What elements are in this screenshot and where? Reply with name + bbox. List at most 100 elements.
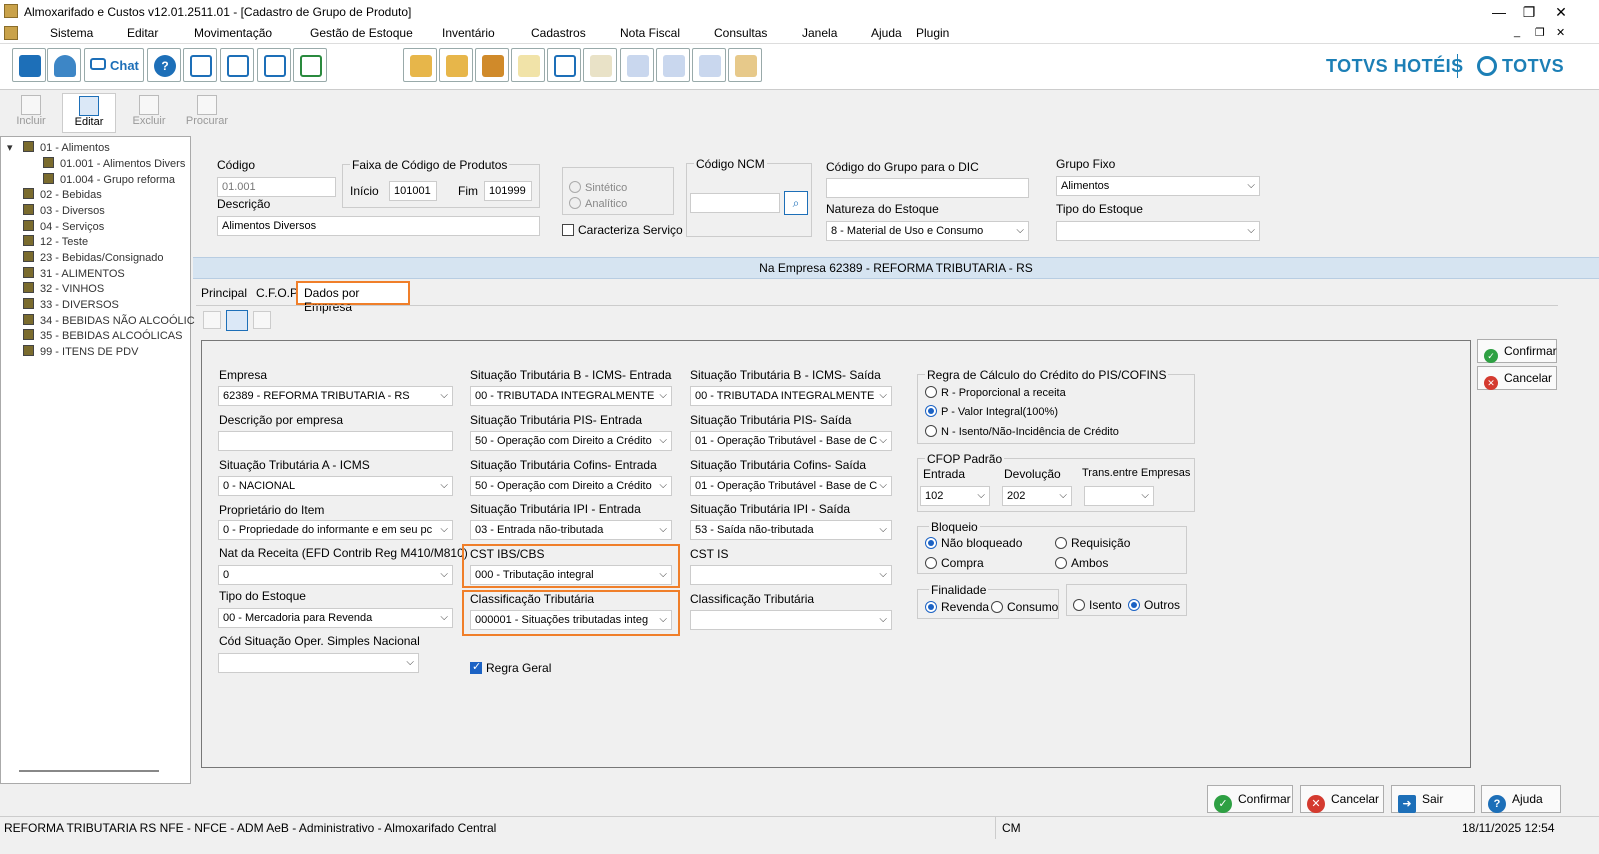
sair-button[interactable]: ➜ Sair (1391, 785, 1475, 813)
tab-dados-empresa[interactable]: Dados por Empresa (296, 281, 410, 314)
menu-movimentacao[interactable]: Movimentação (194, 26, 272, 40)
tool-9-button[interactable] (692, 48, 726, 82)
menu-inventario[interactable]: Inventário (442, 26, 495, 40)
mail-button[interactable] (257, 48, 291, 82)
tipo-est-select[interactable]: 00 - Mercadoria para Revenda ⌵ (218, 608, 453, 628)
menu-ajuda[interactable]: Ajuda (871, 26, 902, 40)
side-confirmar-button[interactable]: ✓ Confirmar (1477, 339, 1557, 363)
compra-radio[interactable]: Compra (925, 556, 984, 570)
tool-7-button[interactable] (620, 48, 654, 82)
tree-item[interactable]: 01.004 - Grupo reforma (43, 173, 175, 186)
ncm-field[interactable] (690, 193, 780, 213)
tree-item[interactable]: 02 - Bebidas (23, 188, 102, 201)
mdi-minimize-button[interactable]: _ (1514, 26, 1520, 38)
procurar-button[interactable]: Procurar (180, 93, 234, 133)
delete-record-icon[interactable] (253, 311, 271, 329)
descricao-field[interactable]: Alimentos Diversos (217, 216, 540, 236)
side-cancelar-button[interactable]: ✕ Cancelar (1477, 366, 1557, 390)
ambos-radio[interactable]: Ambos (1055, 556, 1108, 570)
ipi-saida-select[interactable]: 53 - Saída não-tributada ⌵ (690, 520, 892, 540)
cst-ibs-select[interactable]: 000 - Tributação integral ⌵ (470, 565, 672, 585)
mdi-close-button[interactable]: ✕ (1556, 26, 1565, 39)
search-icon[interactable]: ⌕ (784, 191, 808, 215)
incluir-button[interactable]: Incluir (4, 93, 58, 133)
nao-bloqueado-radio[interactable]: Não bloqueado (925, 536, 1022, 550)
menu-gestao-estoque[interactable]: Gestão de Estoque (310, 26, 413, 40)
consumo-radio[interactable]: Consumo (991, 600, 1058, 614)
menu-nota-fiscal[interactable]: Nota Fiscal (620, 26, 680, 40)
cfop-trans-select[interactable]: ⌵ (1084, 486, 1154, 506)
grid-edit-button[interactable] (220, 48, 254, 82)
cfop-entrada-select[interactable]: 102 ⌵ (920, 486, 990, 506)
empresa-select[interactable]: 62389 - REFORMA TRIBUTARIA - RS ⌵ (218, 386, 453, 406)
regra-p-radio[interactable]: P - Valor Integral(100%) (925, 405, 1058, 418)
tree-expand-icon[interactable]: ▾ (7, 141, 13, 154)
tree-item[interactable]: 03 - Diversos (23, 204, 105, 217)
tree-item[interactable]: 35 - BEBIDAS ALCOÓLICAS (23, 329, 182, 342)
help-button[interactable]: ? (147, 48, 181, 82)
tool-10-button[interactable] (728, 48, 762, 82)
exit-app-button[interactable] (12, 48, 46, 82)
tool-2-button[interactable] (439, 48, 473, 82)
sit-a-select[interactable]: 0 - NACIONAL ⌵ (218, 476, 453, 496)
cod-sit-select[interactable]: ⌵ (218, 653, 419, 673)
tree-item[interactable]: 12 - Teste (23, 235, 88, 248)
menu-plugin[interactable]: Plugin (916, 26, 949, 40)
tree-item[interactable]: 23 - Bebidas/Consignado (23, 251, 164, 264)
tree-item[interactable]: 01.001 - Alimentos Divers (43, 157, 185, 170)
tool-8-button[interactable] (656, 48, 690, 82)
excluir-button[interactable]: Excluir (122, 93, 176, 133)
cofins-saida-select[interactable]: 01 - Operação Tributável - Base de C ⌵ (690, 476, 892, 496)
menu-sistema[interactable]: Sistema (50, 26, 93, 40)
tree-scrollbar[interactable] (19, 770, 159, 772)
pis-saida-select[interactable]: 01 - Operação Tributável - Base de C ⌵ (690, 431, 892, 451)
requisicao-radio[interactable]: Requisição (1055, 536, 1130, 550)
cfop-devolucao-select[interactable]: 202 ⌵ (1002, 486, 1072, 506)
cancelar-button[interactable]: ✕ Cancelar (1300, 785, 1384, 813)
regra-n-radio[interactable]: N - Isento/Não-Incidência de Crédito (925, 425, 1119, 438)
tab-principal[interactable]: Principal (201, 286, 247, 300)
tree-item[interactable]: 99 - ITENS DE PDV (23, 345, 138, 358)
tree-item[interactable]: 32 - VINHOS (23, 282, 104, 295)
ipi-entrada-select[interactable]: 03 - Entrada não-tributada ⌵ (470, 520, 672, 540)
cst-is-select[interactable]: ⌵ (690, 565, 892, 585)
pis-entrada-select[interactable]: 50 - Operação com Direito a Crédito ⌵ (470, 431, 672, 451)
tab-cfop[interactable]: C.F.O.P (256, 286, 298, 300)
grupo-fixo-select[interactable]: Alimentos ⌵ (1056, 176, 1260, 196)
menu-cadastros[interactable]: Cadastros (531, 26, 586, 40)
org-chart-button[interactable] (183, 48, 217, 82)
tipo-estoque-select[interactable]: ⌵ (1056, 221, 1260, 241)
menu-consultas[interactable]: Consultas (714, 26, 767, 40)
dic-field[interactable] (826, 178, 1029, 198)
revenda-radio[interactable]: Revenda (925, 600, 989, 614)
send-mail-button[interactable] (293, 48, 327, 82)
mdi-restore-button[interactable]: ❐ (1535, 26, 1545, 39)
tree-item[interactable]: 34 - BEBIDAS NÃO ALCOÓLIC (23, 314, 195, 327)
regra-geral-checkbox[interactable]: Regra Geral (470, 660, 551, 675)
menu-janela[interactable]: Janela (802, 26, 837, 40)
nat-receita-select[interactable]: 0 ⌵ (218, 565, 453, 585)
outros-radio[interactable]: Outros (1128, 598, 1180, 612)
sintetico-radio[interactable]: Sintético (569, 181, 627, 194)
fim-field[interactable]: 101999 (484, 181, 532, 201)
minimize-button[interactable]: — (1484, 2, 1514, 22)
tree-item[interactable]: 01 - Alimentos (23, 141, 110, 154)
tree-item[interactable]: 31 - ALIMENTOS (23, 267, 125, 280)
editar-button[interactable]: Editar (62, 93, 116, 133)
tool-3-button[interactable] (475, 48, 509, 82)
proprietario-select[interactable]: 0 - Propriedade do informante e em seu p… (218, 520, 453, 540)
new-record-icon[interactable] (203, 311, 221, 329)
caracteriza-checkbox[interactable]: Caracteriza Serviço (562, 223, 683, 237)
class-trib-saida-select[interactable]: ⌵ (690, 610, 892, 630)
maximize-button[interactable]: ❐ (1514, 2, 1544, 22)
class-trib-entrada-select[interactable]: 000001 - Situações tributadas integ ⌵ (470, 610, 672, 630)
tool-6-button[interactable] (583, 48, 617, 82)
confirmar-button[interactable]: ✓ Confirmar (1207, 785, 1293, 813)
chat-button[interactable]: Chat (84, 48, 144, 82)
codigo-field[interactable]: 01.001 (217, 177, 336, 197)
cofins-entrada-select[interactable]: 50 - Operação com Direito a Crédito ⌵ (470, 476, 672, 496)
natureza-select[interactable]: 8 - Material de Uso e Consumo ⌵ (826, 221, 1029, 241)
menu-editar[interactable]: Editar (127, 26, 158, 40)
desc-empresa-field[interactable] (218, 431, 453, 451)
sit-b-entrada-select[interactable]: 00 - TRIBUTADA INTEGRALMENTE ⌵ (470, 386, 672, 406)
